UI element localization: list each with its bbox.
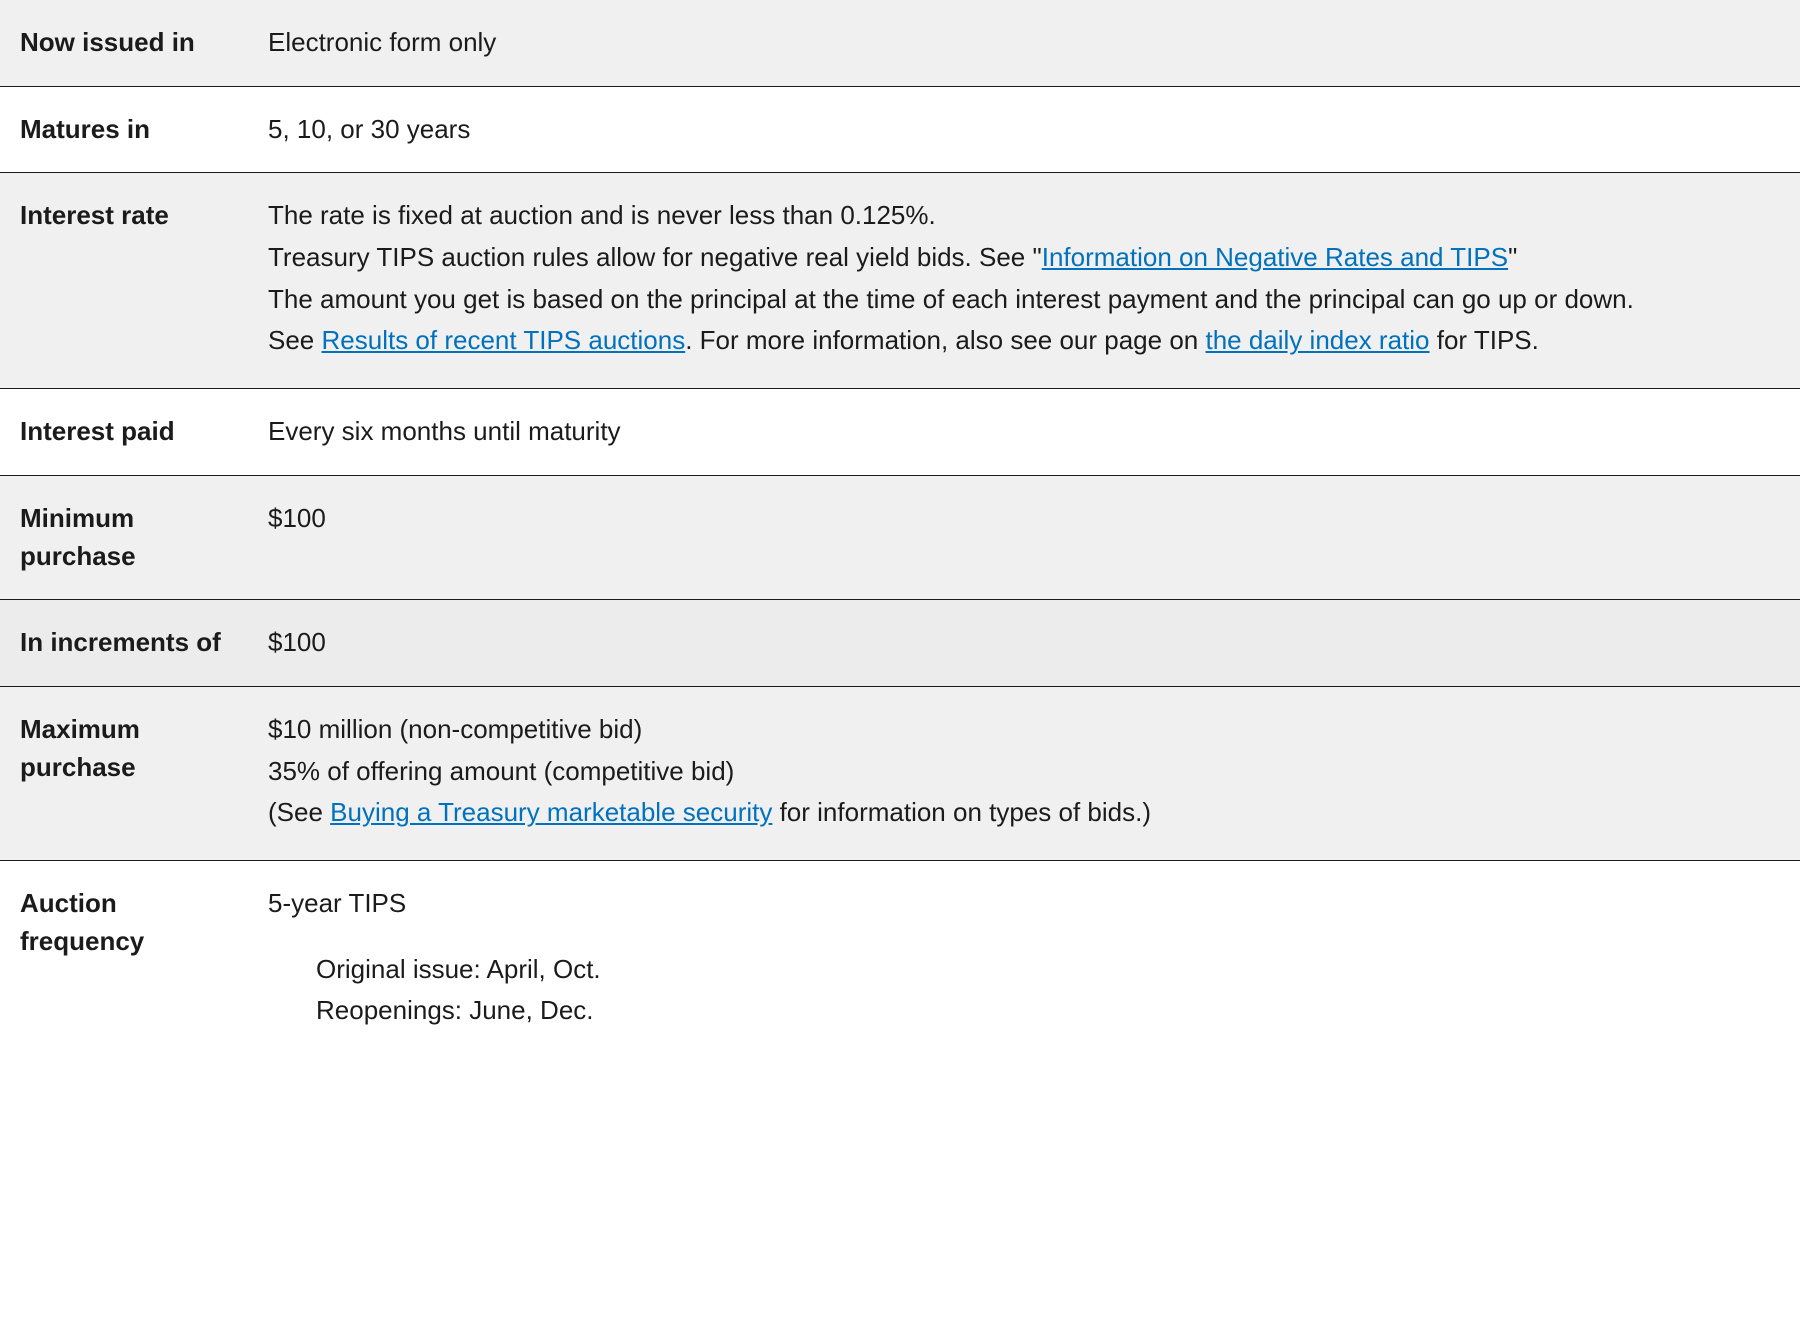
text-line: $10 million (non-competitive bid) [268, 711, 1780, 749]
row-minimum-purchase: Minimum purchase $100 [0, 476, 1800, 600]
text-fragment: Treasury TIPS auction rules allow for ne… [268, 242, 1042, 272]
text-fragment: (See [268, 797, 330, 827]
value-auction-frequency: 5-year TIPS Original issue: April, Oct. … [260, 861, 1800, 1058]
text-line: Reopenings: June, Dec. [316, 992, 1780, 1030]
label-interest-rate: Interest rate [0, 173, 260, 388]
label-interest-paid: Interest paid [0, 389, 260, 475]
value-increments: $100 [260, 600, 1800, 686]
row-matures: Matures in 5, 10, or 30 years [0, 87, 1800, 174]
value-interest-rate: The rate is fixed at auction and is neve… [260, 173, 1800, 388]
label-now-issued: Now issued in [0, 0, 260, 86]
text-fragment: for TIPS. [1430, 325, 1539, 355]
row-increments: In increments of $100 [0, 600, 1800, 687]
text-line: The rate is fixed at auction and is neve… [268, 197, 1780, 235]
label-matures: Matures in [0, 87, 260, 173]
indent-block: Original issue: April, Oct. Reopenings: … [268, 951, 1780, 1030]
text-line: 35% of offering amount (competitive bid) [268, 753, 1780, 791]
value-minimum-purchase: $100 [260, 476, 1800, 599]
text-line: The amount you get is based on the princ… [268, 281, 1780, 319]
value-matures: 5, 10, or 30 years [260, 87, 1800, 173]
row-auction-frequency: Auction frequency 5-year TIPS Original i… [0, 861, 1800, 1058]
text-line: Treasury TIPS auction rules allow for ne… [268, 239, 1780, 277]
label-minimum-purchase: Minimum purchase [0, 476, 260, 599]
row-maximum-purchase: Maximum purchase $10 million (non-compet… [0, 687, 1800, 861]
text-fragment: . For more information, also see our pag… [685, 325, 1205, 355]
value-interest-paid: Every six months until maturity [260, 389, 1800, 475]
link-buying-treasury[interactable]: Buying a Treasury marketable security [330, 797, 772, 827]
text-heading: 5-year TIPS [268, 885, 1780, 923]
text-line: (See Buying a Treasury marketable securi… [268, 794, 1780, 832]
text-line: See Results of recent TIPS auctions. For… [268, 322, 1780, 360]
link-negative-rates[interactable]: Information on Negative Rates and TIPS [1042, 242, 1508, 272]
row-interest-paid: Interest paid Every six months until mat… [0, 389, 1800, 476]
link-recent-auctions[interactable]: Results of recent TIPS auctions [322, 325, 686, 355]
row-interest-rate: Interest rate The rate is fixed at aucti… [0, 173, 1800, 389]
text-fragment: for information on types of bids.) [772, 797, 1151, 827]
text-fragment: " [1508, 242, 1517, 272]
link-daily-index-ratio[interactable]: the daily index ratio [1205, 325, 1429, 355]
tips-details-table: Now issued in Electronic form only Matur… [0, 0, 1800, 1058]
value-maximum-purchase: $10 million (non-competitive bid) 35% of… [260, 687, 1800, 860]
value-now-issued: Electronic form only [260, 0, 1800, 86]
row-now-issued: Now issued in Electronic form only [0, 0, 1800, 87]
label-auction-frequency: Auction frequency [0, 861, 260, 1058]
label-increments: In increments of [0, 600, 260, 686]
text-fragment: See [268, 325, 322, 355]
label-maximum-purchase: Maximum purchase [0, 687, 260, 860]
text-line: Original issue: April, Oct. [316, 951, 1780, 989]
